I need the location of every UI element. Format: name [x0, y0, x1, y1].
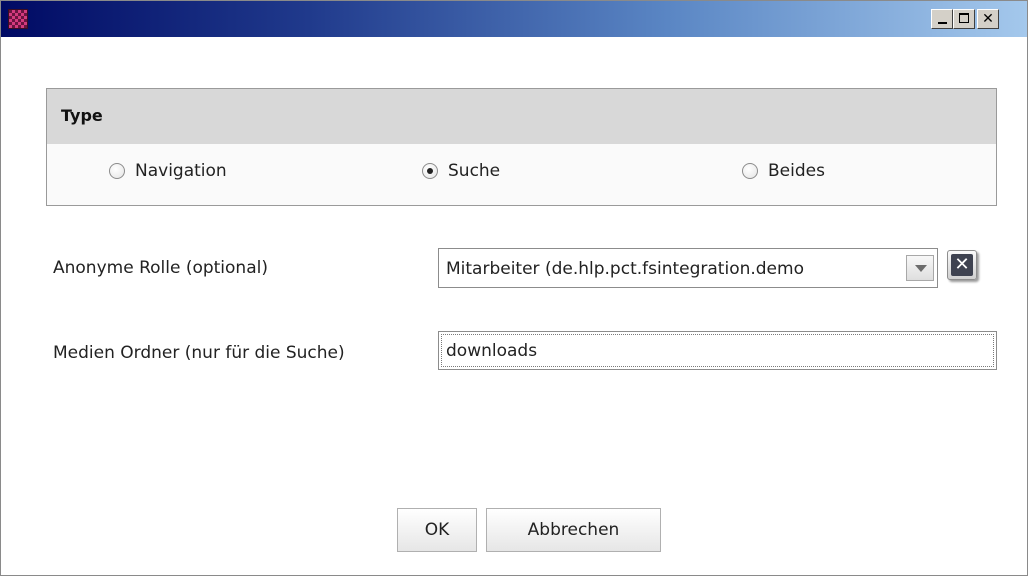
dropdown-button[interactable] [906, 255, 934, 281]
title-bar[interactable]: ✕ [1, 1, 1027, 37]
type-panel-header: Type [47, 89, 996, 144]
media-folder-input[interactable]: downloads [438, 331, 997, 370]
radio-suche[interactable]: Suche [422, 151, 500, 191]
radio-label: Navigation [135, 161, 227, 181]
radio-circle[interactable] [109, 163, 125, 179]
maximize-icon [959, 13, 969, 23]
radio-label: Beides [768, 161, 825, 181]
clear-role-button[interactable]: ✕ [947, 250, 977, 280]
role-label: Anonyme Rolle (optional) [53, 258, 268, 278]
media-folder-value: downloads [446, 341, 538, 361]
cancel-button[interactable]: Abbrechen [486, 508, 661, 552]
radio-navigation[interactable]: Navigation [109, 151, 227, 191]
radio-beides[interactable]: Beides [742, 151, 825, 191]
media-label: Medien Ordner (nur für die Suche) [53, 343, 345, 363]
radio-circle[interactable] [742, 163, 758, 179]
app-logo-icon [8, 9, 28, 29]
maximize-button[interactable] [953, 9, 975, 29]
role-select-value: Mitarbeiter (de.hlp.pct.fsintegration.de… [446, 259, 804, 279]
minimize-button[interactable] [931, 9, 953, 29]
chevron-down-icon [915, 265, 927, 272]
type-heading: Type [61, 106, 103, 125]
close-button[interactable]: ✕ [977, 9, 999, 29]
ok-button[interactable]: OK [397, 508, 477, 552]
type-panel: Type Navigation Suche Beides [46, 88, 997, 206]
role-select[interactable]: Mitarbeiter (de.hlp.pct.fsintegration.de… [438, 248, 938, 288]
minimize-icon [938, 22, 947, 24]
close-icon: ✕ [982, 11, 994, 27]
dialog-window: ✕ Type Navigation Suche Beides Anonyme R… [0, 0, 1028, 576]
radio-circle[interactable] [422, 163, 438, 179]
radio-label: Suche [448, 161, 501, 181]
close-x-icon: ✕ [951, 254, 973, 276]
